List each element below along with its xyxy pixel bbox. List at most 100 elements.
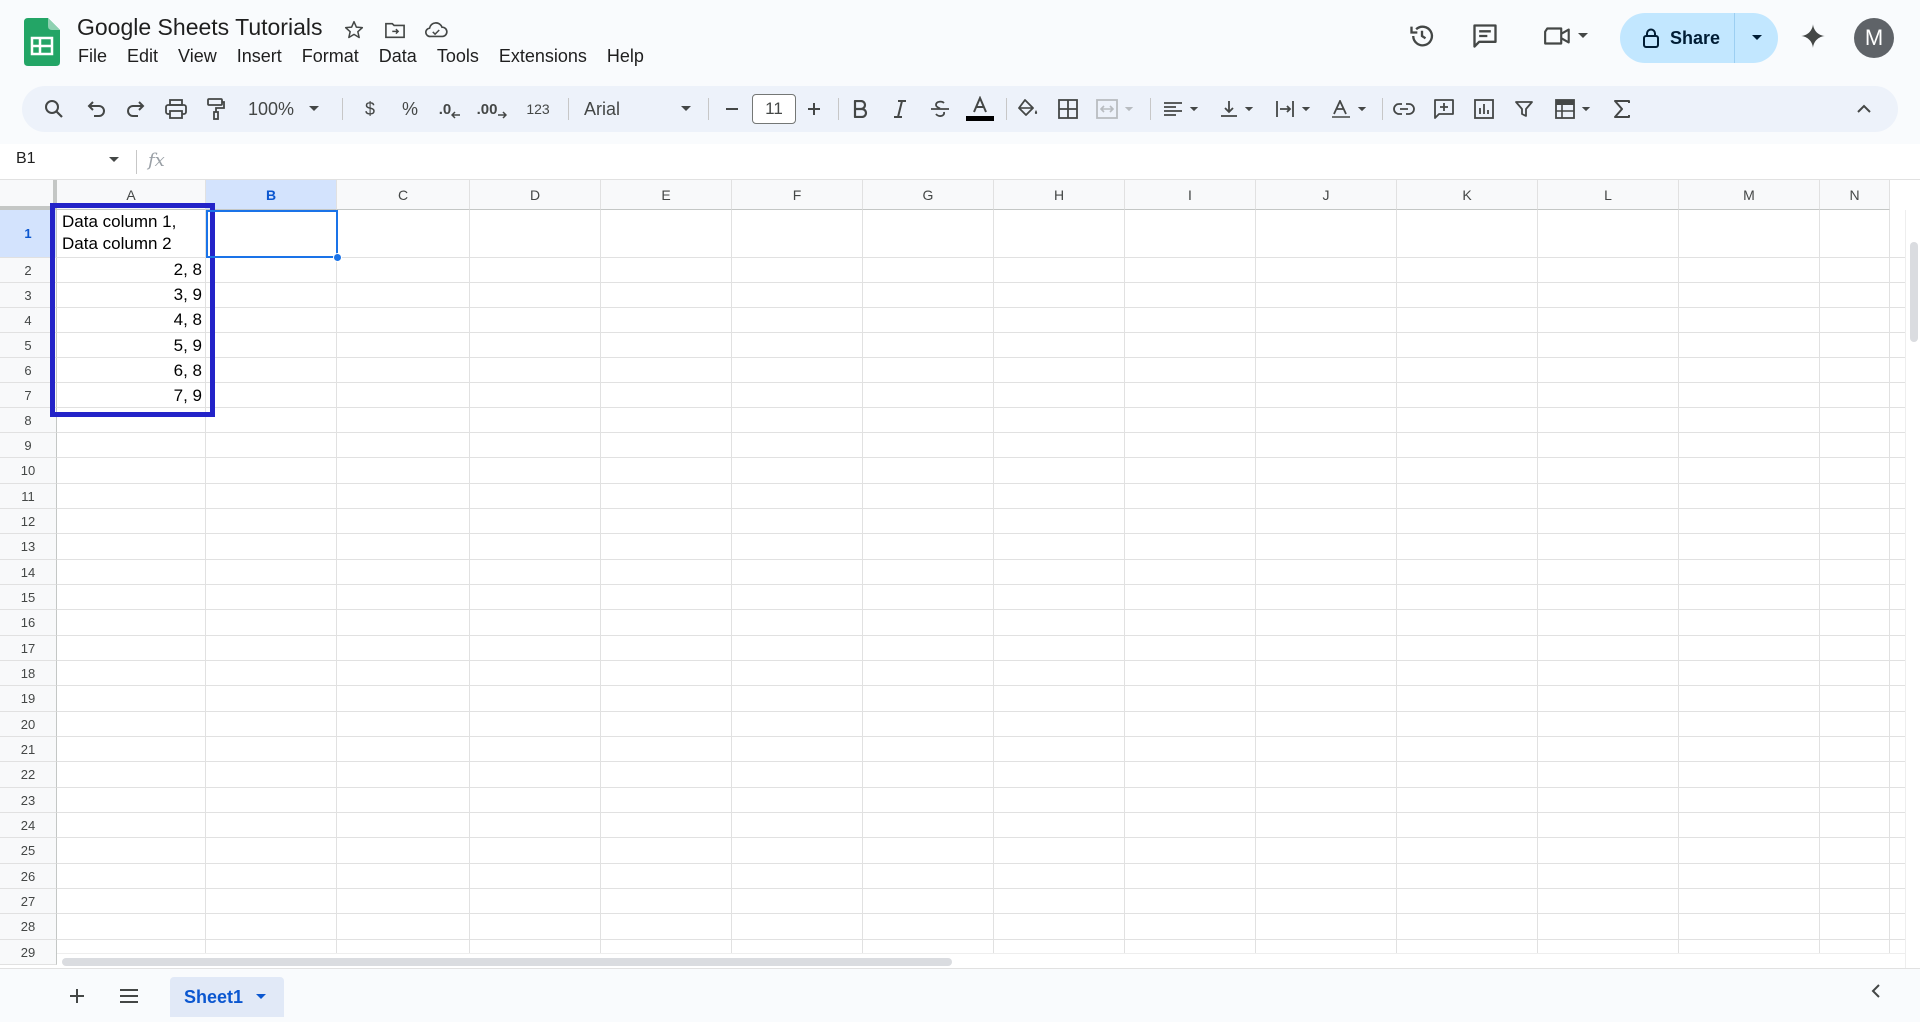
column-header-g[interactable]: G	[863, 180, 994, 210]
column-header-e[interactable]: E	[601, 180, 732, 210]
menu-insert[interactable]: Insert	[227, 44, 292, 69]
column-header-b[interactable]: B	[206, 180, 337, 210]
currency-format-button[interactable]: $	[354, 93, 386, 125]
row-header-13[interactable]: 13	[0, 534, 57, 560]
menu-tools[interactable]: Tools	[427, 44, 489, 69]
row-header-29[interactable]: 29	[0, 940, 57, 965]
collapse-menus-icon[interactable]	[1848, 93, 1880, 125]
search-icon[interactable]	[38, 93, 70, 125]
spreadsheet-grid[interactable]: ABCDEFGHIJKLMN 1 2 3 4 5 6 7 8 9 10 11 12 13 14 15 16 17…	[0, 180, 1920, 968]
row-header-22[interactable]: 22	[0, 762, 57, 788]
gemini-sparkle-icon[interactable]	[1793, 16, 1833, 56]
row-header-18[interactable]: 18	[0, 661, 57, 686]
text-color-icon[interactable]	[964, 93, 996, 125]
meet-icon[interactable]	[1536, 16, 1596, 56]
percent-format-button[interactable]: %	[394, 93, 426, 125]
all-sheets-menu-icon[interactable]	[114, 981, 144, 1011]
vertical-scroll-thumb[interactable]	[1910, 242, 1918, 342]
avatar[interactable]: M	[1854, 18, 1894, 58]
google-sheets-logo-icon[interactable]	[24, 18, 60, 66]
row-header-15[interactable]: 15	[0, 585, 57, 610]
menu-edit[interactable]: Edit	[117, 44, 168, 69]
horizontal-scroll-thumb[interactable]	[62, 958, 952, 966]
name-box[interactable]: B1	[16, 150, 36, 168]
font-size-input[interactable]: 11	[752, 93, 796, 125]
insert-link-icon[interactable]	[1388, 93, 1420, 125]
row-header-27[interactable]: 27	[0, 889, 57, 914]
column-header-n[interactable]: N	[1820, 180, 1890, 210]
font-family-select[interactable]: Arial	[578, 93, 698, 125]
text-rotation-button[interactable]	[1324, 93, 1374, 125]
row-header-21[interactable]: 21	[0, 737, 57, 762]
version-history-icon[interactable]	[1402, 16, 1442, 56]
menu-view[interactable]: View	[168, 44, 227, 69]
row-header-7[interactable]: 7	[0, 383, 57, 408]
text-wrapping-button[interactable]	[1268, 93, 1318, 125]
horizontal-scrollbar[interactable]	[57, 953, 1905, 968]
column-header-i[interactable]: I	[1125, 180, 1256, 210]
menu-help[interactable]: Help	[597, 44, 654, 69]
share-button[interactable]: Share	[1620, 13, 1778, 63]
column-header-h[interactable]: H	[994, 180, 1125, 210]
row-header-6[interactable]: 6	[0, 358, 57, 383]
share-main-button[interactable]: Share	[1620, 13, 1735, 63]
select-all-corner[interactable]	[0, 180, 57, 210]
merge-cells-button[interactable]	[1088, 93, 1142, 125]
fill-color-icon[interactable]	[1012, 93, 1044, 125]
redo-icon[interactable]	[120, 93, 152, 125]
row-header-3[interactable]: 3	[0, 283, 57, 308]
vertical-scrollbar[interactable]	[1905, 210, 1920, 968]
column-header-l[interactable]: L	[1538, 180, 1679, 210]
sheet-tab-sheet1[interactable]: Sheet1	[170, 977, 284, 1017]
strikethrough-icon[interactable]	[924, 93, 956, 125]
share-dropdown-button[interactable]	[1735, 13, 1778, 63]
row-header-20[interactable]: 20	[0, 712, 57, 737]
star-icon[interactable]	[340, 16, 368, 44]
comments-icon[interactable]	[1465, 16, 1505, 56]
increase-decimal-button[interactable]: .00	[474, 93, 510, 125]
column-header-f[interactable]: F	[732, 180, 863, 210]
undo-icon[interactable]	[80, 93, 112, 125]
print-icon[interactable]	[160, 93, 192, 125]
increase-font-size-button[interactable]	[798, 93, 830, 125]
cloud-saved-icon[interactable]	[422, 16, 450, 44]
row-header-17[interactable]: 17	[0, 636, 57, 661]
bold-icon[interactable]	[844, 93, 876, 125]
number-format-button[interactable]: 123	[518, 93, 558, 125]
chevron-down-icon[interactable]	[108, 156, 120, 164]
insert-chart-icon[interactable]	[1468, 93, 1500, 125]
row-header-19[interactable]: 19	[0, 686, 57, 712]
column-header-m[interactable]: M	[1679, 180, 1820, 210]
chevron-left-icon[interactable]	[1870, 983, 1882, 999]
row-header-25[interactable]: 25	[0, 838, 57, 864]
italic-icon[interactable]	[884, 93, 916, 125]
decrease-decimal-button[interactable]: .0	[434, 93, 466, 125]
row-header-9[interactable]: 9	[0, 433, 57, 458]
row-header-14[interactable]: 14	[0, 560, 57, 585]
paint-format-icon[interactable]	[200, 93, 232, 125]
document-title[interactable]: Google Sheets Tutorials	[77, 14, 322, 41]
row-header-24[interactable]: 24	[0, 813, 57, 838]
filter-icon[interactable]	[1508, 93, 1540, 125]
active-cell-b1[interactable]	[206, 210, 338, 258]
chevron-down-icon[interactable]	[255, 993, 267, 1001]
row-header-16[interactable]: 16	[0, 610, 57, 636]
insert-comment-icon[interactable]	[1428, 93, 1460, 125]
row-header-4[interactable]: 4	[0, 308, 57, 333]
menu-format[interactable]: Format	[292, 44, 369, 69]
row-header-1[interactable]: 1	[0, 210, 57, 258]
row-header-26[interactable]: 26	[0, 864, 57, 889]
row-header-11[interactable]: 11	[0, 484, 57, 509]
add-sheet-icon[interactable]	[62, 981, 92, 1011]
functions-sigma-icon[interactable]	[1606, 93, 1638, 125]
borders-icon[interactable]	[1052, 93, 1084, 125]
row-header-10[interactable]: 10	[0, 458, 57, 484]
horizontal-align-button[interactable]	[1156, 93, 1206, 125]
column-header-k[interactable]: K	[1397, 180, 1538, 210]
menu-data[interactable]: Data	[369, 44, 427, 69]
row-header-2[interactable]: 2	[0, 258, 57, 283]
row-header-8[interactable]: 8	[0, 408, 57, 433]
row-header-5[interactable]: 5	[0, 333, 57, 358]
menu-file[interactable]: File	[68, 44, 117, 69]
fill-handle[interactable]	[333, 253, 342, 262]
